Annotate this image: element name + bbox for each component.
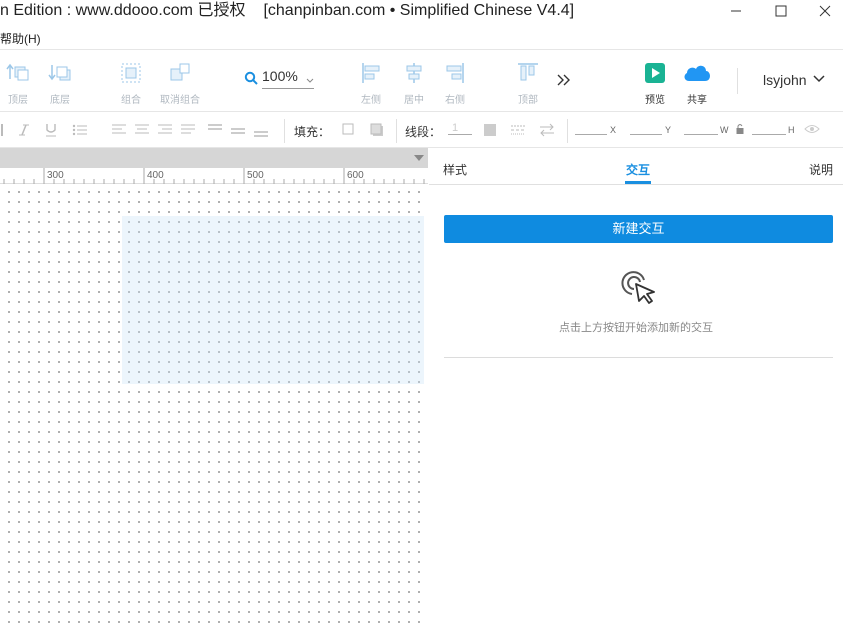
align-top-label: 顶部 <box>518 95 538 106</box>
ungroup-label: 取消组合 <box>160 95 200 106</box>
line-color-icon[interactable] <box>483 123 497 137</box>
zoom-search-icon <box>244 71 258 85</box>
fill-label: 填充： <box>294 125 331 139</box>
main-toolbar: 顶层 底层 组合 取消组合 100% 左侧 居中 右侧 顶部 预览 共享 lsy… <box>0 51 843 112</box>
send-to-back-icon <box>48 65 71 81</box>
ruler-label-500: 500 <box>247 170 264 181</box>
ungroup-button[interactable]: 取消组合 <box>155 61 205 106</box>
align-right-button[interactable]: 右侧 <box>430 61 480 106</box>
canvas-area: 300 400 500 600 <box>0 148 428 631</box>
send-to-back-button[interactable]: 底层 <box>35 61 85 106</box>
more-tools-button[interactable] <box>556 73 572 92</box>
share-label: 共享 <box>687 95 707 106</box>
user-chevron-down-icon[interactable] <box>813 75 825 83</box>
line-pattern-icon[interactable] <box>510 123 526 137</box>
group-icon <box>121 63 141 83</box>
align-left-icon <box>362 63 380 83</box>
toolbar-divider <box>737 68 738 94</box>
format-divider-3 <box>567 119 568 143</box>
click-cursor-icon <box>621 271 655 304</box>
username[interactable]: lsyjohn <box>763 72 807 88</box>
window-subtitle: [chanpinban.com • Simplified Chinese V4.… <box>263 2 575 19</box>
page-tab-bar <box>0 148 428 168</box>
cloud-icon <box>684 65 710 81</box>
ruler-label-600: 600 <box>347 170 364 181</box>
align-text-left-icon[interactable] <box>111 123 127 137</box>
x-field[interactable] <box>575 134 607 135</box>
h-label: H <box>788 125 795 135</box>
y-field[interactable] <box>630 134 662 135</box>
fill-color-icon[interactable] <box>342 123 354 135</box>
title-bar: n Edition : www.ddooo.com 已授权 [chanpinban… <box>0 0 843 25</box>
shadow-icon[interactable] <box>370 123 384 137</box>
lock-icon[interactable] <box>735 123 745 135</box>
w-label: W <box>720 125 729 135</box>
bring-to-front-icon <box>6 63 29 81</box>
chevron-down-icon <box>306 78 314 83</box>
line-width-value[interactable]: 1 <box>452 122 458 134</box>
format-divider-2 <box>396 119 397 143</box>
tab-style[interactable]: 样式 <box>443 161 467 178</box>
inspector-tabs: 样式 交互 说明 <box>429 148 843 185</box>
bullet-list-icon[interactable] <box>72 123 88 137</box>
active-tab-indicator <box>625 181 651 184</box>
interaction-hint: 点击上方按钮开始添加新的交互 <box>559 322 713 334</box>
horizontal-ruler: 300 400 500 600 <box>0 168 428 184</box>
minimize-button[interactable] <box>716 0 756 22</box>
line-width-underline <box>448 134 472 135</box>
w-field[interactable] <box>684 134 718 135</box>
align-center-icon <box>406 63 422 83</box>
underline-icon[interactable] <box>45 123 57 137</box>
panel-divider <box>444 357 833 358</box>
design-canvas[interactable] <box>0 184 428 631</box>
x-label: X <box>610 125 617 135</box>
group-button[interactable]: 组合 <box>106 61 156 106</box>
justify-text-icon[interactable] <box>180 123 196 137</box>
window-title: n Edition : www.ddooo.com 已授权 [chanpinban… <box>0 0 574 22</box>
send-to-back-label: 底层 <box>50 95 70 106</box>
ungroup-icon <box>170 63 190 81</box>
menu-help[interactable]: 帮助(H) <box>0 30 41 47</box>
align-right-label: 右侧 <box>445 95 465 106</box>
zoom-value: 100% <box>262 68 298 84</box>
window-title-text: n Edition : www.ddooo.com 已授权 <box>0 2 246 19</box>
align-text-right-icon[interactable] <box>157 123 173 137</box>
selected-region[interactable] <box>122 216 424 384</box>
align-top-icon <box>518 63 538 81</box>
h-field[interactable] <box>752 134 786 135</box>
line-label: 线段： <box>405 125 442 139</box>
valign-bottom-icon[interactable] <box>253 123 269 137</box>
valign-middle-icon[interactable] <box>230 123 246 137</box>
visibility-eye-icon[interactable] <box>804 123 820 135</box>
close-button[interactable] <box>805 0 843 22</box>
italic-icon[interactable] <box>18 123 30 137</box>
share-button[interactable]: 共享 <box>672 61 722 106</box>
tab-interaction[interactable]: 交互 <box>626 161 650 178</box>
align-right-icon <box>446 63 464 83</box>
tab-dropdown-icon[interactable] <box>414 155 424 161</box>
play-icon <box>645 63 665 83</box>
zoom-underline <box>262 88 314 89</box>
align-top-button[interactable]: 顶部 <box>503 61 553 106</box>
minimize-icon <box>731 10 741 12</box>
arrow-style-icon[interactable] <box>539 123 555 137</box>
close-icon <box>819 5 831 17</box>
menu-bar: 帮助(H) <box>0 26 843 50</box>
inspector-panel: 样式 交互 说明 新建交互 点击上方按钮开始添加新的交互 <box>429 148 843 631</box>
ruler-label-400: 400 <box>147 170 164 181</box>
align-text-center-icon[interactable] <box>134 123 150 137</box>
new-interaction-button[interactable]: 新建交互 <box>444 215 833 243</box>
valign-top-icon[interactable] <box>207 123 223 137</box>
double-chevron-right-icon <box>557 74 570 86</box>
format-divider-1 <box>284 119 285 143</box>
zoom-selector[interactable]: 100% <box>244 67 314 89</box>
group-label: 组合 <box>121 95 141 106</box>
tab-notes[interactable]: 说明 <box>809 161 833 178</box>
y-label: Y <box>665 125 672 135</box>
maximize-button[interactable] <box>761 0 801 22</box>
ruler-label-300: 300 <box>47 170 64 181</box>
format-toolbar: 填充： 线段： 1 X Y W H <box>0 113 843 148</box>
maximize-icon <box>775 5 787 17</box>
bold-icon[interactable] <box>0 123 6 137</box>
